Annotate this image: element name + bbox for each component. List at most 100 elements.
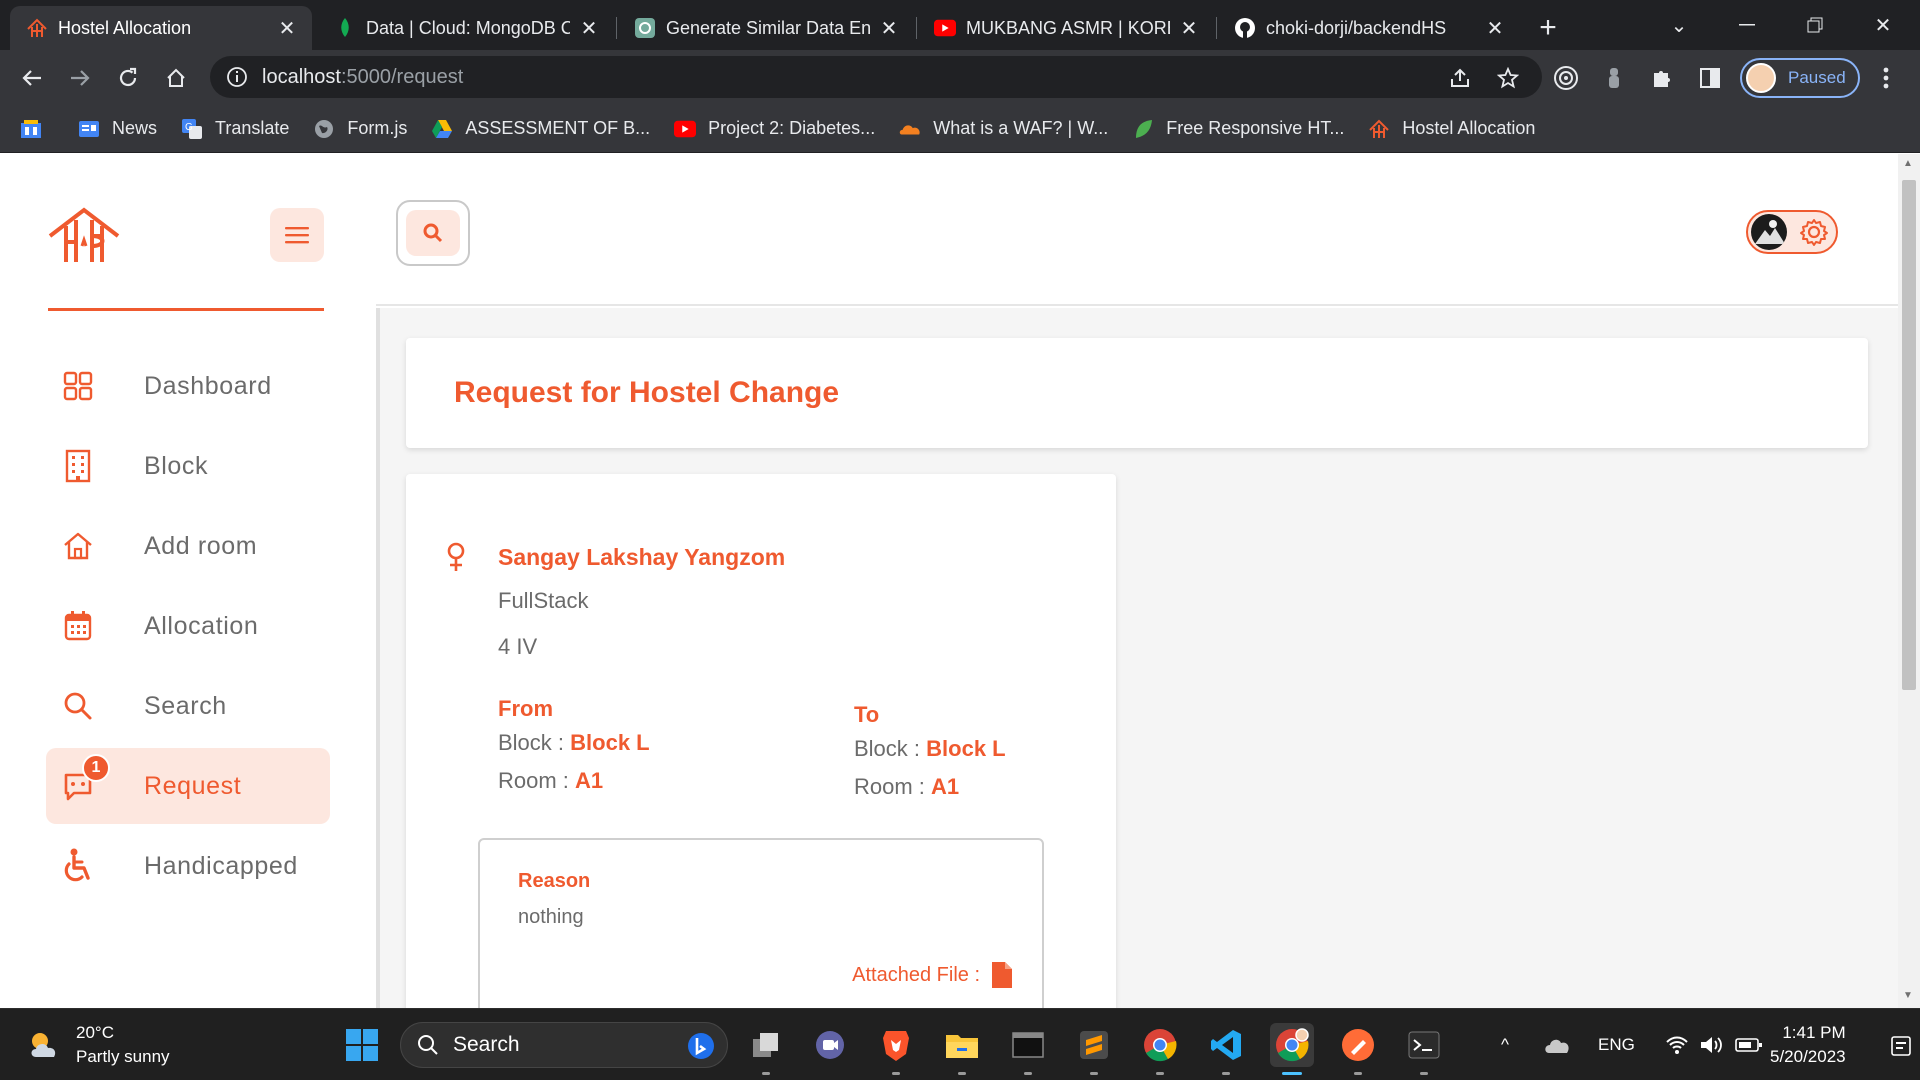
close-icon[interactable]: ✕ bbox=[578, 17, 600, 40]
tab-chatgpt[interactable]: Generate Similar Data Entries ✕ bbox=[618, 6, 914, 50]
page-scrollbar[interactable]: ▲ ▼ bbox=[1898, 154, 1920, 1008]
sidebar-item-add-room[interactable]: Add room bbox=[46, 508, 330, 584]
file-icon[interactable] bbox=[990, 960, 1014, 990]
notification-center-icon[interactable] bbox=[1890, 1035, 1912, 1057]
bookmark-formjs[interactable]: Form.js bbox=[313, 118, 407, 140]
google-drive-icon bbox=[431, 118, 453, 140]
attached-file-link[interactable]: Attached File : bbox=[852, 960, 1014, 990]
bing-icon[interactable] bbox=[687, 1032, 715, 1060]
bookmark-translate[interactable]: G Translate bbox=[181, 118, 289, 140]
page-title: Request for Hostel Change bbox=[454, 376, 840, 409]
close-icon[interactable]: ✕ bbox=[878, 17, 900, 40]
weather-widget[interactable]: 20°C Partly sunny bbox=[26, 1021, 170, 1069]
tab-search-chevron-icon[interactable]: ⌄ bbox=[1654, 8, 1704, 42]
sidebar-item-allocation[interactable]: Allocation bbox=[46, 588, 330, 664]
profile-button[interactable]: Paused bbox=[1740, 58, 1860, 98]
theme-settings-toggle[interactable] bbox=[1746, 210, 1838, 254]
tab-title: Generate Similar Data Entries bbox=[666, 17, 870, 38]
student-course: FullStack bbox=[498, 588, 589, 613]
header-search-button[interactable] bbox=[396, 200, 470, 266]
teams-chat-icon[interactable] bbox=[808, 1023, 852, 1067]
bookmark-label: ASSESSMENT OF B... bbox=[465, 118, 651, 138]
bookmark-waf[interactable]: What is a WAF? | W... bbox=[899, 118, 1108, 140]
postman-icon[interactable] bbox=[1336, 1023, 1380, 1075]
language-indicator[interactable]: ENG bbox=[1598, 1035, 1635, 1055]
sidebar-item-search[interactable]: Search bbox=[46, 668, 330, 744]
tab-github[interactable]: choki-dorji/backendHS ✕ bbox=[1218, 6, 1520, 50]
wheelchair-icon bbox=[58, 846, 98, 886]
bookmark-assessment[interactable]: ASSESSMENT OF B... bbox=[431, 118, 650, 140]
task-view-icon[interactable] bbox=[744, 1023, 788, 1075]
bookmark-project2[interactable]: Project 2: Diabetes... bbox=[674, 118, 875, 140]
home-button[interactable] bbox=[158, 60, 194, 96]
start-button[interactable] bbox=[340, 1023, 384, 1067]
gear-icon[interactable] bbox=[1799, 217, 1829, 247]
sidebar-item-dashboard[interactable]: Dashboard bbox=[46, 348, 330, 424]
wifi-icon[interactable] bbox=[1665, 1035, 1689, 1055]
restore-button[interactable] bbox=[1790, 8, 1840, 42]
sublime-text-icon[interactable] bbox=[1072, 1023, 1116, 1075]
reload-icon bbox=[119, 67, 137, 87]
taskbar-clock[interactable]: 1:41 PM 5/20/2023 bbox=[1770, 1021, 1846, 1069]
new-tab-button[interactable]: + bbox=[1530, 10, 1566, 46]
arrow-left-icon bbox=[22, 70, 41, 86]
minimize-button[interactable] bbox=[1722, 8, 1772, 42]
chrome-icon[interactable] bbox=[1138, 1023, 1182, 1075]
menu-toggle-button[interactable] bbox=[270, 208, 324, 262]
forward-button[interactable] bbox=[62, 60, 98, 96]
sidebar-item-request[interactable]: 1 Request bbox=[46, 748, 330, 824]
close-icon[interactable]: ✕ bbox=[276, 17, 298, 40]
more-menu-icon[interactable] bbox=[1868, 60, 1904, 96]
bookmark-label: What is a WAF? | W... bbox=[933, 118, 1109, 138]
reload-button[interactable] bbox=[110, 60, 146, 96]
bookmark-apps[interactable] bbox=[20, 118, 54, 140]
page-title-card: Request for Hostel Change bbox=[406, 338, 1868, 448]
from-title: From bbox=[498, 696, 553, 721]
bookmarks-bar: News G Translate Form.js ASSESSMENT OF B… bbox=[0, 105, 1920, 153]
close-icon[interactable]: ✕ bbox=[1178, 17, 1200, 40]
bookmark-hostel-allocation[interactable]: Hostel Allocation bbox=[1368, 118, 1535, 140]
taskbar-search[interactable]: Search bbox=[400, 1022, 728, 1068]
vscode-icon[interactable] bbox=[1204, 1023, 1248, 1075]
tab-hostel-allocation[interactable]: Hostel Allocation ✕ bbox=[10, 6, 312, 50]
tab-title: Data | Cloud: MongoDB Cloud bbox=[366, 17, 570, 38]
bookmark-news[interactable]: News bbox=[78, 118, 157, 140]
extension-lamp-icon[interactable] bbox=[1596, 60, 1632, 96]
hostel-logo[interactable] bbox=[46, 206, 122, 266]
tab-title: choki-dorji/backendHS bbox=[1266, 17, 1447, 38]
hostel-logo-icon bbox=[26, 17, 48, 39]
address-bar[interactable]: localhost:5000/request bbox=[210, 56, 1542, 98]
sidebar-item-block[interactable]: Block bbox=[46, 428, 330, 504]
tab-mongodb[interactable]: Data | Cloud: MongoDB Cloud ✕ bbox=[318, 6, 614, 50]
brave-browser-icon[interactable] bbox=[874, 1023, 918, 1075]
close-window-button[interactable]: ✕ bbox=[1858, 8, 1908, 42]
hostel-app-page: Dashboard Block Add room Allocation Sear… bbox=[0, 154, 1898, 1008]
extension-target-icon[interactable] bbox=[1548, 60, 1584, 96]
calendar-icon bbox=[58, 606, 98, 646]
scroll-down-icon[interactable]: ▼ bbox=[1903, 990, 1913, 1001]
share-icon[interactable] bbox=[1442, 60, 1478, 96]
windows-terminal-icon[interactable] bbox=[1402, 1023, 1446, 1075]
chrome-profile-icon[interactable] bbox=[1270, 1023, 1314, 1075]
scroll-up-icon[interactable]: ▲ bbox=[1903, 158, 1913, 169]
sidebar-item-handicapped[interactable]: Handicapped bbox=[46, 828, 330, 904]
onedrive-cloud-icon[interactable] bbox=[1544, 1035, 1572, 1055]
site-info-icon[interactable] bbox=[226, 66, 248, 88]
file-explorer-icon[interactable] bbox=[940, 1023, 984, 1075]
close-icon[interactable]: ✕ bbox=[1484, 17, 1506, 40]
bookmark-free-responsive[interactable]: Free Responsive HT... bbox=[1132, 118, 1344, 140]
hostel-logo-icon bbox=[1368, 118, 1390, 140]
scrollbar-thumb[interactable] bbox=[1902, 180, 1916, 690]
terminal-window-icon[interactable] bbox=[1006, 1023, 1050, 1075]
show-hidden-icons-chevron[interactable]: ^ bbox=[1490, 1035, 1520, 1055]
back-button[interactable] bbox=[14, 60, 50, 96]
bookmark-star-icon[interactable] bbox=[1490, 60, 1526, 96]
dark-mode-icon[interactable] bbox=[1751, 214, 1787, 250]
sidebar-item-label: Allocation bbox=[144, 611, 259, 640]
volume-icon[interactable] bbox=[1699, 1035, 1725, 1055]
side-panel-icon[interactable] bbox=[1692, 60, 1728, 96]
battery-icon[interactable] bbox=[1735, 1037, 1763, 1053]
tab-youtube[interactable]: MUKBANG ASMR | KOREAN ✕ bbox=[918, 6, 1214, 50]
extensions-puzzle-icon[interactable] bbox=[1644, 60, 1680, 96]
avatar bbox=[1746, 63, 1776, 93]
